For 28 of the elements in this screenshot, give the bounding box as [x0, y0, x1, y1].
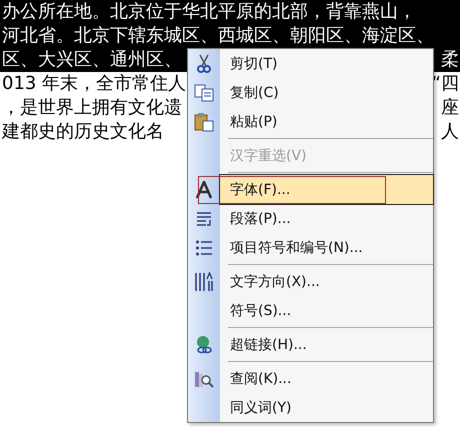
menu-item[interactable]: 查阅(K)... — [220, 364, 433, 393]
document-text: 区、大兴区、通州区、 — [2, 49, 182, 71]
menu-item[interactable]: 复制(C) — [220, 78, 433, 107]
menu-item[interactable]: 符号(S)... — [220, 296, 433, 325]
menu-item[interactable]: 超链接(H)... — [220, 330, 433, 359]
menu-item[interactable]: 项目符号和编号(N)... — [220, 233, 433, 262]
menu-item[interactable]: 段落(P)... — [220, 204, 433, 233]
copy-icon — [194, 84, 214, 102]
document-text: 柔 — [441, 49, 459, 71]
document-text: 建都史的历史文化名 — [2, 121, 164, 143]
globe-link-icon — [194, 334, 214, 354]
paragraph-icon — [195, 210, 213, 228]
document-text: 人 — [441, 121, 459, 143]
scissors-icon — [197, 54, 211, 74]
font-icon — [196, 180, 212, 198]
document-text: 办公所在地。北京位于华北平原的北部，背靠燕山， — [2, 1, 416, 23]
document-text: 河北省。北京下辖东城区、西城区、朝阳区、海淀区、 — [2, 25, 434, 47]
document-text: ，是世界上拥有文化遗 — [2, 97, 182, 119]
menu-item[interactable]: 同义词(Y) — [220, 393, 433, 422]
menu-item[interactable]: 字体(F)... — [220, 175, 433, 204]
menu-item[interactable]: 粘贴(P) — [220, 107, 433, 136]
menu-item[interactable]: 文字方向(X)... — [220, 267, 433, 296]
document-text: 座 — [441, 97, 459, 119]
text-direction-icon — [194, 272, 214, 292]
list-icon — [195, 238, 213, 256]
document-text: 013 年末，全市常住人 — [2, 73, 186, 95]
paste-icon — [194, 112, 214, 132]
menu-item[interactable]: 剪切(T) — [220, 49, 433, 78]
